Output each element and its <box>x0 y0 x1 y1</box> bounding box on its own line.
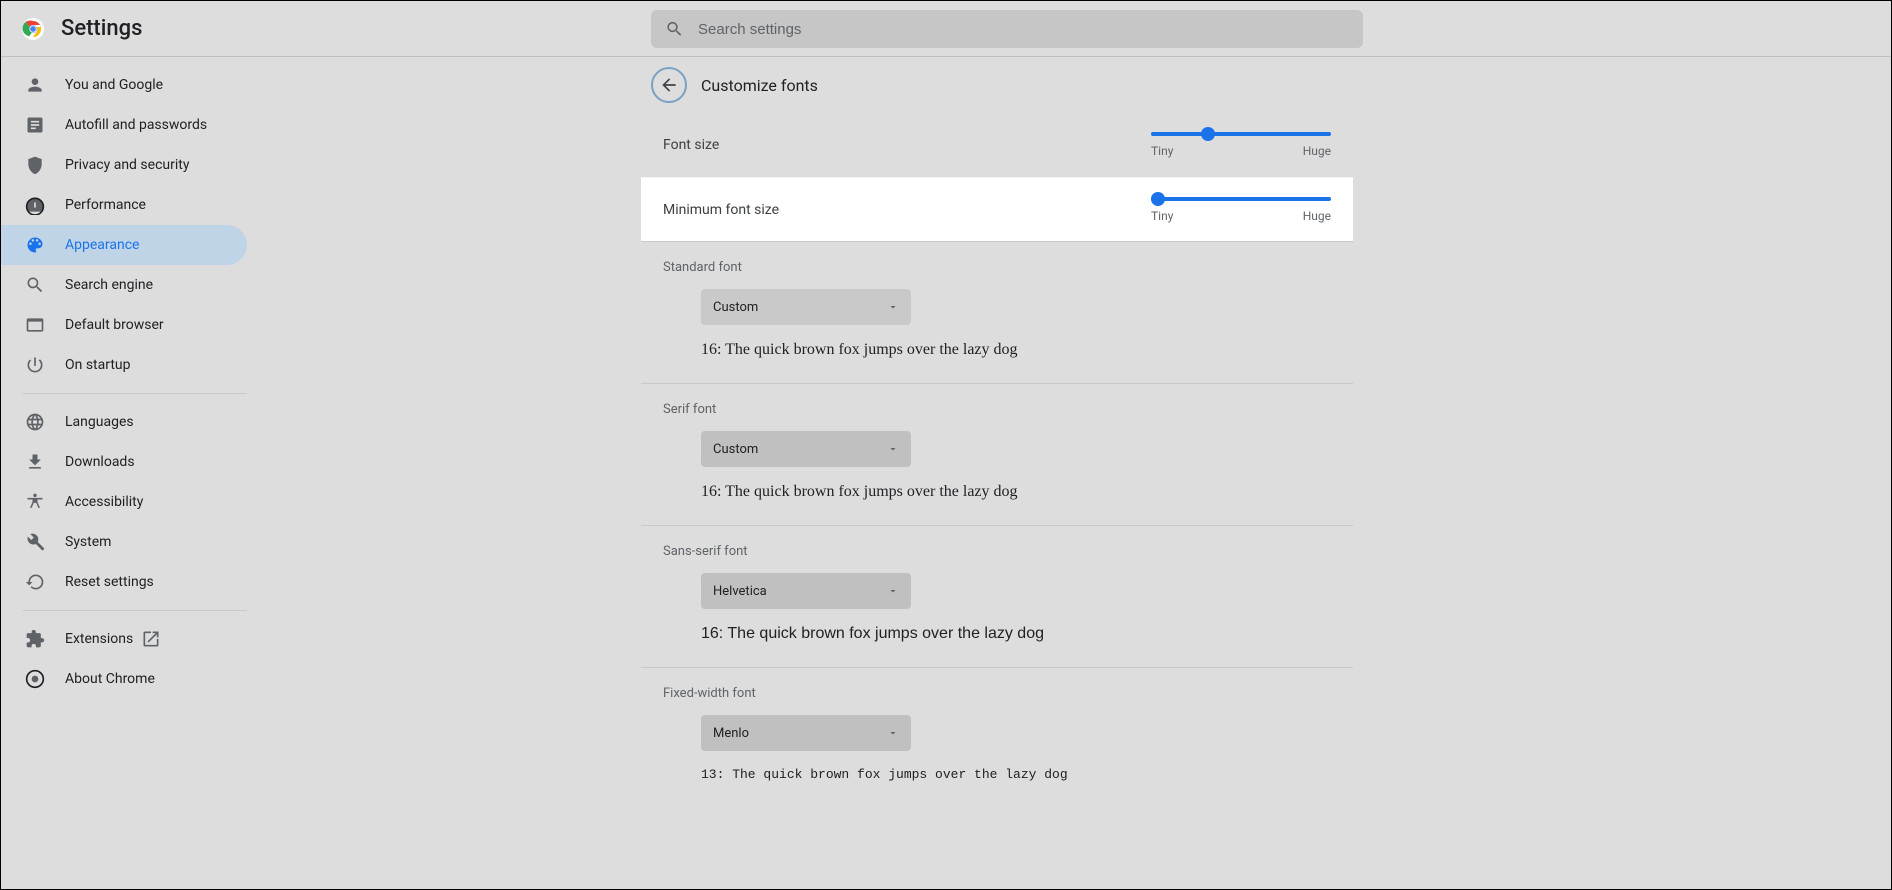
globe-icon <box>25 412 45 432</box>
search-icon <box>25 275 45 295</box>
slider-max-label: Huge <box>1303 209 1331 223</box>
autofill-icon <box>25 115 45 135</box>
dropdown-value: Menlo <box>713 726 749 741</box>
sidebar-item-search-engine[interactable]: Search engine <box>1 265 247 305</box>
serif-font-section: Serif font Custom 16: The quick brown fo… <box>641 383 1353 525</box>
wrench-icon <box>25 532 45 552</box>
sidebar-item-languages[interactable]: Languages <box>1 402 247 442</box>
sidebar-item-label: Performance <box>65 197 146 213</box>
sidebar-separator <box>23 393 247 394</box>
chevron-down-icon <box>887 727 899 739</box>
person-icon <box>25 75 45 95</box>
sidebar-item-reset[interactable]: Reset settings <box>1 562 247 602</box>
font-size-row: Font size Tiny Huge <box>641 113 1353 177</box>
search-settings-input[interactable] <box>698 21 1349 38</box>
dropdown-value: Custom <box>713 442 758 457</box>
sidebar-item-label: Languages <box>65 414 134 430</box>
fixed-font-section: Fixed-width font Menlo 13: The quick bro… <box>641 667 1353 806</box>
sidebar: You and Google Autofill and passwords Pr… <box>1 57 261 888</box>
chevron-down-icon <box>887 443 899 455</box>
sidebar-item-about[interactable]: About Chrome <box>1 659 247 699</box>
sidebar-item-downloads[interactable]: Downloads <box>1 442 247 482</box>
sidebar-item-label: On startup <box>65 357 131 373</box>
accessibility-icon <box>25 492 45 512</box>
standard-font-label: Standard font <box>663 260 1331 275</box>
browser-icon <box>25 315 45 335</box>
sidebar-item-label: Privacy and security <box>65 157 189 173</box>
slider-min-label: Tiny <box>1151 209 1173 223</box>
sans-font-select[interactable]: Helvetica <box>701 573 911 609</box>
sidebar-item-label: Appearance <box>65 237 139 253</box>
speed-icon <box>25 195 45 215</box>
sidebar-item-autofill[interactable]: Autofill and passwords <box>1 105 247 145</box>
font-size-slider[interactable]: Tiny Huge <box>1151 132 1331 158</box>
slider-thumb[interactable] <box>1201 127 1215 141</box>
main-content: Customize fonts Font size Tiny Huge Mini… <box>261 57 1891 888</box>
serif-font-label: Serif font <box>663 402 1331 417</box>
standard-font-preview: 16: The quick brown fox jumps over the l… <box>701 341 1331 359</box>
page-title: Settings <box>61 16 142 41</box>
slider-min-label: Tiny <box>1151 144 1173 158</box>
power-icon <box>25 355 45 375</box>
external-link-icon <box>141 629 161 649</box>
sidebar-item-label: Downloads <box>65 454 135 470</box>
sidebar-item-label: Search engine <box>65 277 153 293</box>
sidebar-item-privacy[interactable]: Privacy and security <box>1 145 247 185</box>
download-icon <box>25 452 45 472</box>
shield-icon <box>25 155 45 175</box>
sidebar-item-label: About Chrome <box>65 671 155 687</box>
sidebar-separator <box>23 610 247 611</box>
chevron-down-icon <box>887 301 899 313</box>
serif-font-select[interactable]: Custom <box>701 431 911 467</box>
standard-font-section: Standard font Custom 16: The quick brown… <box>641 241 1353 383</box>
sidebar-item-label: Accessibility <box>65 494 143 510</box>
sans-font-section: Sans-serif font Helvetica 16: The quick … <box>641 525 1353 667</box>
arrow-left-icon <box>659 75 679 95</box>
min-font-size-row: Minimum font size Tiny Huge <box>641 177 1353 241</box>
sans-font-preview: 16: The quick brown fox jumps over the l… <box>701 625 1331 643</box>
reset-icon <box>25 572 45 592</box>
min-font-size-slider[interactable]: Tiny Huge <box>1151 197 1331 223</box>
standard-font-select[interactable]: Custom <box>701 289 911 325</box>
fixed-font-preview: 13: The quick brown fox jumps over the l… <box>701 767 1331 782</box>
header: Settings <box>1 1 1891 57</box>
sidebar-item-label: Autofill and passwords <box>65 117 207 133</box>
slider-max-label: Huge <box>1303 144 1331 158</box>
sidebar-item-label: Default browser <box>65 317 164 333</box>
sidebar-item-label: You and Google <box>65 77 163 93</box>
customize-fonts-card: Customize fonts Font size Tiny Huge Mini… <box>641 57 1353 888</box>
sans-font-label: Sans-serif font <box>663 544 1331 559</box>
card-header: Customize fonts <box>641 57 1353 113</box>
sidebar-item-label: System <box>65 534 111 550</box>
search-settings-box[interactable] <box>651 10 1363 48</box>
chrome-logo-icon <box>21 17 45 41</box>
sidebar-item-extensions[interactable]: Extensions <box>1 619 247 659</box>
dropdown-value: Custom <box>713 300 758 315</box>
sidebar-item-default-browser[interactable]: Default browser <box>1 305 247 345</box>
fixed-font-select[interactable]: Menlo <box>701 715 911 751</box>
chrome-icon <box>25 669 45 689</box>
sidebar-item-on-startup[interactable]: On startup <box>1 345 247 385</box>
font-size-label: Font size <box>663 137 719 153</box>
sidebar-item-accessibility[interactable]: Accessibility <box>1 482 247 522</box>
serif-font-preview: 16: The quick brown fox jumps over the l… <box>701 483 1331 501</box>
chevron-down-icon <box>887 585 899 597</box>
slider-thumb[interactable] <box>1151 192 1165 206</box>
palette-icon <box>25 235 45 255</box>
back-button[interactable] <box>651 67 687 103</box>
sidebar-item-label: Reset settings <box>65 574 154 590</box>
dropdown-value: Helvetica <box>713 584 767 599</box>
search-icon <box>665 19 684 39</box>
extension-icon <box>25 629 45 649</box>
card-title: Customize fonts <box>701 76 818 95</box>
sidebar-item-system[interactable]: System <box>1 522 247 562</box>
min-font-size-label: Minimum font size <box>663 202 779 218</box>
sidebar-item-appearance[interactable]: Appearance <box>1 225 247 265</box>
sidebar-item-you-and-google[interactable]: You and Google <box>1 65 247 105</box>
sidebar-item-performance[interactable]: Performance <box>1 185 247 225</box>
sidebar-item-label: Extensions <box>65 631 133 647</box>
fixed-font-label: Fixed-width font <box>663 686 1331 701</box>
